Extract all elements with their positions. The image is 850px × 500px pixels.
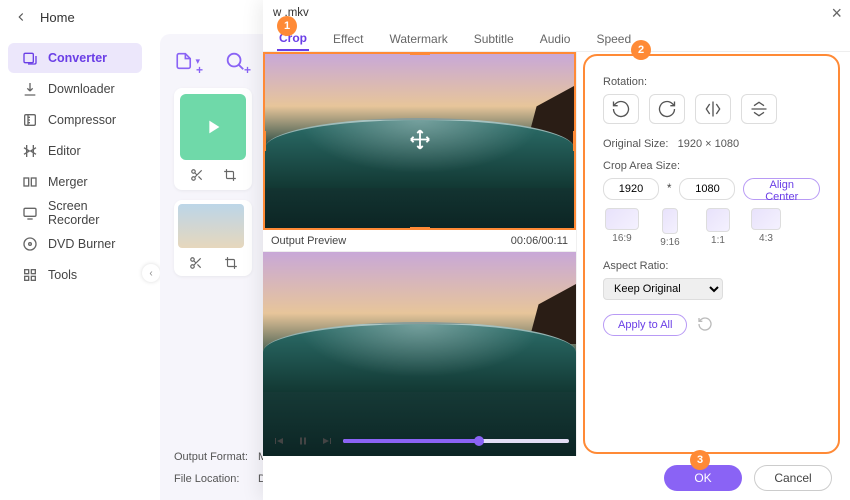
page-title: Home	[40, 10, 75, 25]
rotate-cw-button[interactable]	[649, 94, 685, 124]
sidebar-item-tools[interactable]: Tools	[8, 260, 142, 290]
crop-handle-left[interactable]	[263, 131, 266, 151]
rotate-ccw-button[interactable]	[603, 94, 639, 124]
sidebar-item-label: Editor	[48, 144, 81, 158]
output-format-label: Output Format:	[174, 451, 258, 463]
tab-watermark[interactable]: Watermark	[387, 28, 449, 50]
preview-column: Output Preview 00:06/00:11	[263, 52, 577, 456]
close-icon[interactable]: ×	[831, 4, 842, 22]
sidebar: Converter Downloader Compressor Editor M…	[0, 34, 150, 500]
modal-footer: OK Cancel	[263, 456, 850, 500]
aspect-ratio-label: Aspect Ratio:	[603, 260, 820, 272]
player-controls	[263, 426, 577, 456]
tab-audio[interactable]: Audio	[538, 28, 573, 50]
original-size-value: 1920 × 1080	[678, 138, 739, 150]
flip-horizontal-button[interactable]	[695, 94, 731, 124]
prev-frame-icon[interactable]	[271, 433, 287, 449]
add-file-icon[interactable]: +▾	[174, 48, 200, 74]
flip-vertical-button[interactable]	[741, 94, 777, 124]
bottom-fields: Output Format:M File Location:D:	[174, 446, 269, 490]
aspect-ratio-select[interactable]: Keep Original	[603, 278, 723, 300]
next-frame-icon[interactable]	[319, 433, 335, 449]
scene-wave	[263, 322, 576, 392]
move-icon[interactable]	[409, 129, 431, 154]
screen-recorder-icon	[22, 205, 38, 221]
align-center-button[interactable]: Align Center	[743, 178, 820, 200]
callout-2: 2	[631, 40, 651, 60]
modal-titlebar: w .mkv ×	[263, 0, 850, 26]
sidebar-item-editor[interactable]: Editor	[8, 136, 142, 166]
playback-time: 00:06/00:11	[511, 235, 568, 247]
sidebar-item-downloader[interactable]: Downloader	[8, 74, 142, 104]
output-preview-header: Output Preview 00:06/00:11	[263, 230, 576, 252]
downloader-icon	[22, 81, 38, 97]
ratio-16-9[interactable]: 16:9	[603, 208, 641, 248]
reset-icon[interactable]	[697, 316, 715, 334]
tab-effect[interactable]: Effect	[331, 28, 365, 50]
sidebar-item-dvd-burner[interactable]: DVD Burner	[8, 229, 142, 259]
modal-tabs: Crop Effect Watermark Subtitle Audio Spe…	[263, 26, 850, 52]
sidebar-item-label: Tools	[48, 268, 77, 282]
back-icon[interactable]	[12, 8, 30, 26]
ratio-9-16[interactable]: 9:16	[651, 208, 689, 248]
cut-icon[interactable]	[187, 254, 205, 272]
media-thumb[interactable]	[180, 94, 246, 160]
original-size-label: Original Size: 1920 × 1080	[603, 138, 820, 150]
ratio-4-3[interactable]: 4:3	[747, 208, 785, 248]
crop-panel: Rotation: Original Size: 1920 × 1080 Cro…	[583, 54, 840, 454]
sidebar-item-label: Downloader	[48, 82, 115, 96]
callout-3: 3	[690, 450, 710, 470]
modal-body: Output Preview 00:06/00:11 Rotation: Ori…	[263, 52, 850, 456]
sidebar-item-label: Compressor	[48, 113, 116, 127]
seek-slider[interactable]	[343, 439, 569, 443]
dvd-icon	[22, 236, 38, 252]
tools-icon	[22, 267, 38, 283]
collapse-sidebar-icon[interactable]: ‹	[142, 264, 160, 282]
sidebar-item-label: Merger	[48, 175, 88, 189]
sidebar-item-screen-recorder[interactable]: Screen Recorder	[8, 198, 142, 228]
ratio-presets: 16:9 9:16 1:1 4:3	[603, 208, 820, 248]
crop-icon[interactable]	[221, 166, 239, 184]
media-thumb[interactable]	[178, 204, 244, 248]
cancel-button[interactable]: Cancel	[754, 465, 832, 491]
compressor-icon	[22, 112, 38, 128]
converter-icon	[22, 50, 38, 66]
sidebar-item-compressor[interactable]: Compressor	[8, 105, 142, 135]
tab-subtitle[interactable]: Subtitle	[472, 28, 516, 50]
crop-handle-right[interactable]	[573, 131, 576, 151]
crop-width-input[interactable]	[603, 178, 659, 200]
pause-icon[interactable]	[295, 433, 311, 449]
crop-sep: *	[667, 183, 671, 195]
crop-preview[interactable]	[263, 52, 576, 230]
output-preview-label: Output Preview	[271, 235, 346, 247]
edit-modal: w .mkv × Crop Effect Watermark Subtitle …	[263, 0, 850, 500]
media-card-1	[174, 88, 252, 190]
crop-handle-bottom[interactable]	[410, 227, 430, 230]
tab-speed[interactable]: Speed	[594, 28, 633, 50]
rotation-label: Rotation:	[603, 76, 820, 88]
file-location-label: File Location:	[174, 473, 258, 485]
apply-to-all-button[interactable]: Apply to All	[603, 314, 687, 336]
merger-icon	[22, 174, 38, 190]
crop-handle-top[interactable]	[410, 52, 430, 55]
media-card-2	[174, 200, 252, 276]
sidebar-item-converter[interactable]: Converter	[8, 43, 142, 73]
sidebar-item-merger[interactable]: Merger	[8, 167, 142, 197]
callout-1: 1	[277, 16, 297, 36]
crop-area-label: Crop Area Size:	[603, 160, 820, 172]
cut-icon[interactable]	[188, 166, 206, 184]
crop-height-input[interactable]	[679, 178, 735, 200]
crop-icon[interactable]	[222, 254, 240, 272]
ratio-1-1[interactable]: 1:1	[699, 208, 737, 248]
sidebar-item-label: Screen Recorder	[48, 199, 128, 227]
editor-icon	[22, 143, 38, 159]
sidebar-item-label: DVD Burner	[48, 237, 115, 251]
add-url-icon[interactable]: +	[222, 48, 248, 74]
sidebar-item-label: Converter	[48, 51, 107, 65]
